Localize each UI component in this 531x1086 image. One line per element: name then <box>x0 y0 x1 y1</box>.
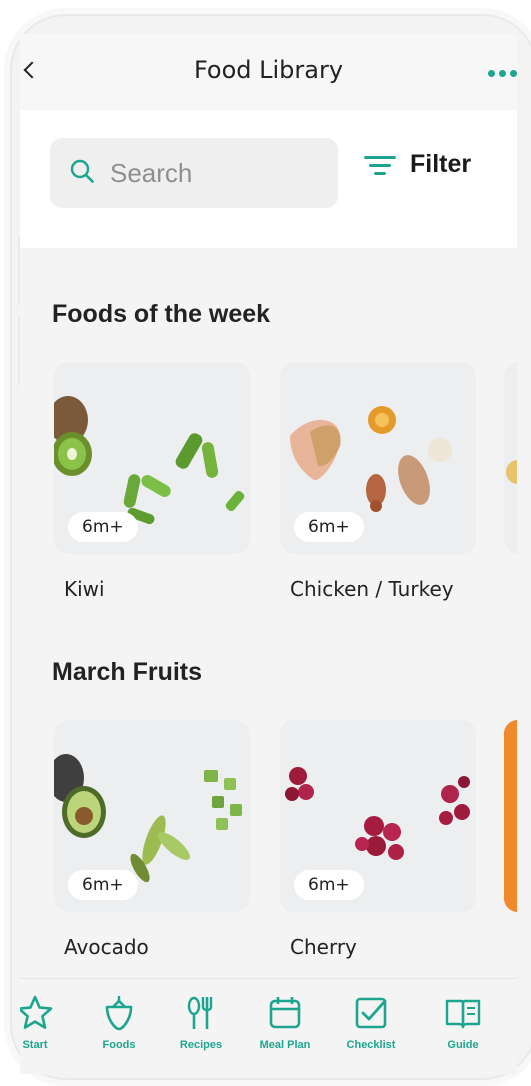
age-badge: 6m+ <box>294 870 364 900</box>
food-image: 6m+ <box>280 362 476 554</box>
tab-label: Guide <box>447 1039 479 1051</box>
tab-label: Checklist <box>346 1039 396 1051</box>
utensils-icon <box>187 996 213 1029</box>
section-title: Foods of the week <box>52 300 271 328</box>
calendar-icon <box>269 997 301 1029</box>
tab-label: Foods <box>102 1039 136 1051</box>
tab-label: Meal Plan <box>259 1039 311 1051</box>
section-title: March Fruits <box>52 658 203 686</box>
filter-button[interactable]: Filter <box>364 150 471 179</box>
food-image <box>504 362 517 554</box>
book-icon <box>445 999 481 1029</box>
food-image <box>504 720 517 912</box>
tab-guide[interactable]: Guide <box>418 993 508 1063</box>
food-image: 6m+ <box>280 720 476 912</box>
filter-label: Filter <box>410 150 472 178</box>
tab-meal-plan[interactable]: Meal Plan <box>240 993 330 1063</box>
food-image: 6m+ <box>54 720 250 912</box>
page-title: Food Library <box>193 56 344 84</box>
food-name: Cherry <box>290 935 357 959</box>
age-badge: 6m+ <box>294 512 364 542</box>
nav-bar: Food Library <box>20 34 517 110</box>
age-badge: 6m+ <box>68 870 138 900</box>
checklist-icon <box>355 997 387 1029</box>
screen: Food Library Filter Foods of the week <box>20 34 517 1074</box>
filter-icon <box>364 154 396 176</box>
tab-label: Recipes <box>179 1039 223 1051</box>
food-name: Chicken / Turkey <box>290 577 454 601</box>
search-bar: Filter <box>20 110 517 248</box>
star-icon <box>20 995 53 1029</box>
more-icon[interactable] <box>488 70 517 77</box>
age-badge: 6m+ <box>68 512 138 542</box>
search-box[interactable] <box>50 138 338 208</box>
strawberry-icon <box>105 996 133 1031</box>
tab-checklist[interactable]: Checklist <box>326 993 416 1063</box>
search-input[interactable] <box>110 152 330 194</box>
food-name: Kiwi <box>64 577 105 601</box>
search-icon <box>70 159 94 183</box>
tab-start[interactable]: Start <box>20 993 80 1063</box>
tab-recipes[interactable]: Recipes <box>156 993 246 1063</box>
food-name: Avocado <box>64 935 149 959</box>
food-image: 6m+ <box>54 362 250 554</box>
tab-foods[interactable]: Foods <box>74 993 164 1063</box>
tab-label: Start <box>22 1039 48 1051</box>
tab-bar: Start Foods Recipes Meal Plan Checklist … <box>20 978 517 1074</box>
